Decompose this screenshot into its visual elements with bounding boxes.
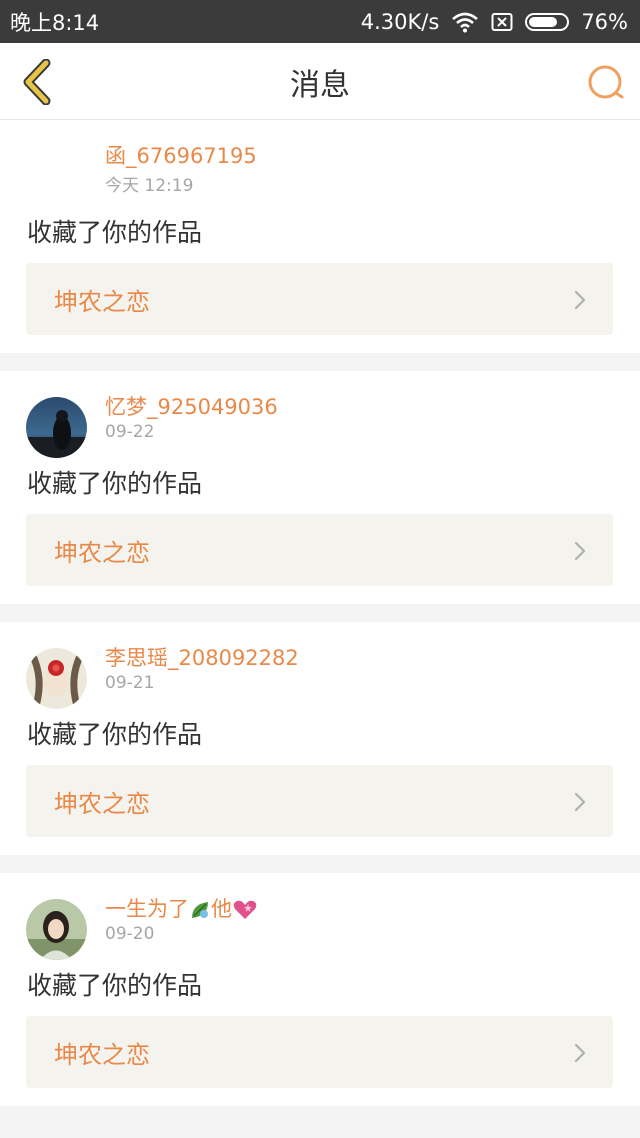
- avatar[interactable]: [26, 899, 87, 960]
- avatar[interactable]: [26, 397, 87, 458]
- message-date: 09-22: [105, 422, 155, 442]
- action-text: 收藏了你的作品: [27, 469, 203, 498]
- battery-percent: 76%: [581, 9, 628, 34]
- network-speed: 4.30K/s: [360, 9, 440, 34]
- message-card: 函_676967195 今天 12:19 收藏了你的作品 坤农之恋: [0, 120, 640, 353]
- leaf-emoji-icon: [192, 902, 208, 918]
- search-icon: [588, 65, 624, 99]
- night-sky-avatar-icon: [26, 397, 87, 458]
- search-button[interactable]: [584, 61, 628, 105]
- battery-icon: [525, 12, 570, 31]
- message-list: 函_676967195 今天 12:19 收藏了你的作品 坤农之恋 忆梦_925…: [0, 120, 640, 1124]
- status-icons: 4.30K/s 76%: [361, 10, 628, 34]
- message-date: 09-21: [105, 673, 155, 693]
- back-button[interactable]: [14, 57, 60, 107]
- message-date: 09-20: [105, 924, 155, 944]
- work-link[interactable]: 坤农之恋: [26, 263, 613, 335]
- message-card: 李思瑶_208092282 09-21 收藏了你的作品 坤农之恋: [0, 622, 640, 855]
- chevron-right-icon: [574, 541, 586, 561]
- work-title: 坤农之恋: [54, 789, 150, 818]
- work-title: 坤农之恋: [54, 287, 150, 316]
- status-time: 晚上8:14: [10, 10, 100, 35]
- avatar[interactable]: [26, 146, 87, 207]
- user-name[interactable]: 函_676967195: [105, 140, 257, 170]
- chevron-left-icon: [23, 59, 51, 105]
- action-text: 收藏了你的作品: [27, 971, 203, 1000]
- wifi-icon: [452, 12, 479, 32]
- message-card: 忆梦_925049036 09-22 收藏了你的作品 坤农之恋: [0, 371, 640, 604]
- avatar[interactable]: [26, 648, 87, 709]
- page-title: 消息: [290, 67, 350, 103]
- chevron-right-icon: [574, 290, 586, 310]
- message-card: 一生为了 他 09-20 收藏了你的作品 坤农之恋: [0, 873, 640, 1106]
- user-name-prefix: 一生为了: [105, 897, 189, 921]
- action-text: 收藏了你的作品: [27, 218, 203, 247]
- user-name[interactable]: 李思瑶_208092282: [105, 642, 299, 672]
- work-link[interactable]: 坤农之恋: [26, 1016, 613, 1088]
- heart-emoji-icon: [233, 900, 257, 919]
- navigation-bar: 消息: [0, 43, 640, 120]
- user-name[interactable]: 一生为了 他: [105, 893, 258, 923]
- work-link[interactable]: 坤农之恋: [26, 765, 613, 837]
- chevron-right-icon: [574, 792, 586, 812]
- red-flower-avatar-icon: [26, 648, 87, 709]
- action-text: 收藏了你的作品: [27, 720, 203, 749]
- sim-icon: [491, 12, 513, 31]
- girl-portrait-avatar-icon: [26, 899, 87, 960]
- work-title: 坤农之恋: [54, 538, 150, 567]
- message-date: 今天 12:19: [105, 176, 194, 196]
- battery-level: [529, 16, 557, 27]
- status-bar: 晚上8:14 4.30K/s 76%: [0, 0, 640, 43]
- chevron-right-icon: [574, 1043, 586, 1063]
- user-name[interactable]: 忆梦_925049036: [105, 391, 278, 421]
- user-name-suffix: 他: [211, 897, 232, 921]
- work-title: 坤农之恋: [54, 1040, 150, 1069]
- work-link[interactable]: 坤农之恋: [26, 514, 613, 586]
